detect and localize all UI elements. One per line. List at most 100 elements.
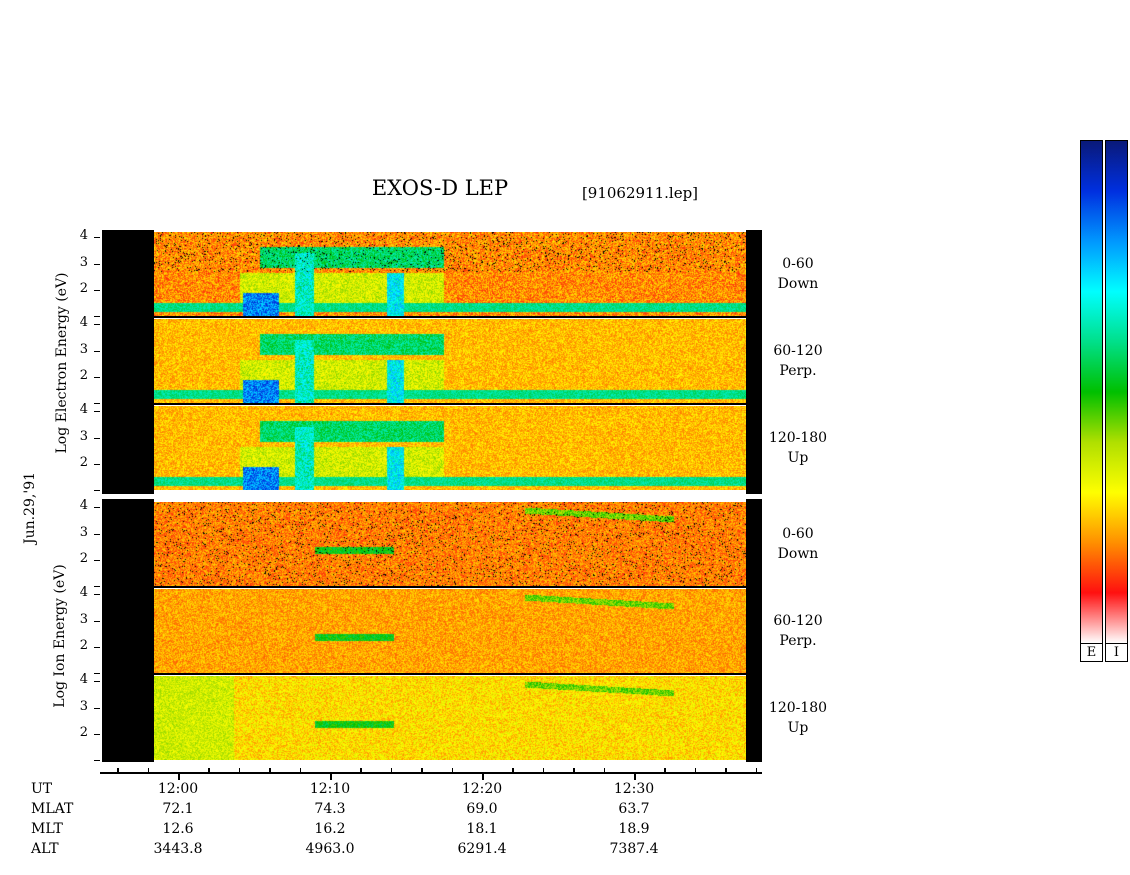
y-tick-mark xyxy=(94,237,100,239)
x-minor-tick xyxy=(360,768,362,773)
x-minor-tick xyxy=(299,768,302,773)
y-tick-label: 4 xyxy=(79,315,88,331)
y-tick-mark xyxy=(94,620,100,622)
pitch-range: 60-120 xyxy=(773,613,823,629)
y-tick-mark xyxy=(94,733,100,735)
orbit-value: 72.1 xyxy=(162,801,194,817)
y-tick-label: 4 xyxy=(79,498,88,514)
pitch-direction: Perp. xyxy=(779,363,817,379)
y-tick-mark xyxy=(94,263,100,265)
x-minor-tick xyxy=(755,768,758,773)
x-minor-tick xyxy=(269,768,271,773)
pitch-direction: Perp. xyxy=(779,633,817,649)
y-tick-mark xyxy=(94,586,100,587)
ion-panel-up xyxy=(154,676,746,760)
ion-axis-label: Log Ion Energy (eV) xyxy=(52,564,68,708)
pitch-range: 60-120 xyxy=(773,343,823,359)
orbit-value: 18.1 xyxy=(466,821,498,837)
y-tick-label: 2 xyxy=(79,280,88,296)
orbit-row-name: UT xyxy=(31,781,53,797)
y-tick-label: 4 xyxy=(79,228,88,244)
y-tick-mark xyxy=(94,707,100,709)
ion-colorbar xyxy=(1105,140,1128,644)
y-tick-mark xyxy=(94,646,100,648)
electron-colorbar-label: E xyxy=(1080,643,1103,662)
orbit-value: 7387.4 xyxy=(609,841,659,857)
y-tick-label: 3 xyxy=(79,524,88,540)
x-minor-tick xyxy=(512,768,514,773)
y-tick-label: 3 xyxy=(79,341,88,357)
electron-colorbar xyxy=(1080,140,1103,644)
x-minor-tick xyxy=(238,768,241,773)
pitch-label: 60-120 Perp. xyxy=(766,341,830,381)
orbit-value: 16.2 xyxy=(314,821,346,837)
y-tick-label: 2 xyxy=(79,724,88,740)
y-tick-label: 3 xyxy=(79,428,88,444)
y-tick-mark xyxy=(94,350,100,352)
orbit-value: 74.3 xyxy=(314,801,346,817)
y-tick-label: 4 xyxy=(79,402,88,418)
orbit-value: 69.0 xyxy=(466,801,498,817)
pitch-range: 0-60 xyxy=(782,256,814,272)
orbit-row-name: MLT xyxy=(31,821,63,837)
y-tick-mark xyxy=(94,289,100,291)
y-tick-label: 3 xyxy=(79,611,88,627)
pitch-range: 120-180 xyxy=(768,700,828,716)
spectrogram-figure: EXOS-D LEP [91062911.lep] 4 3 2 4 3 2 4 3 2 4 3 2 4 3… xyxy=(0,0,1130,875)
x-minor-tick xyxy=(694,768,697,773)
x-minor-tick xyxy=(725,768,727,773)
x-minor-tick xyxy=(390,768,393,773)
x-minor-tick xyxy=(664,768,666,773)
x-minor-tick xyxy=(573,768,575,773)
y-tick-mark xyxy=(94,681,100,683)
pitch-direction: Up xyxy=(787,720,809,736)
pitch-range: 0-60 xyxy=(782,526,814,542)
pitch-label: 0-60 Down xyxy=(766,254,830,294)
file-tag: [91062911.lep] xyxy=(581,184,699,202)
x-minor-tick xyxy=(451,768,454,773)
orbit-row-name: ALT xyxy=(31,841,59,857)
orbit-value: 4963.0 xyxy=(305,841,355,857)
panel-divider xyxy=(154,586,750,588)
y-tick-mark xyxy=(94,403,100,404)
x-minor-tick xyxy=(208,768,210,773)
figure-title: EXOS-D LEP xyxy=(371,176,509,200)
y-tick-mark xyxy=(94,559,100,561)
pitch-direction: Down xyxy=(777,276,819,292)
y-tick-label: 3 xyxy=(79,698,88,714)
pitch-label: 60-120 Perp. xyxy=(766,611,830,651)
x-minor-tick xyxy=(117,768,119,773)
orbit-value: 63.7 xyxy=(618,801,650,817)
y-tick-label: 2 xyxy=(79,637,88,653)
y-tick-mark xyxy=(94,376,100,378)
electron-panel-perp xyxy=(154,319,746,403)
ion-panel-down xyxy=(154,502,746,586)
orbit-value: 12.6 xyxy=(162,821,194,837)
y-tick-label: 4 xyxy=(79,585,88,601)
electron-axis-label: Log Electron Energy (eV) xyxy=(54,272,70,454)
orbit-value: 12:10 xyxy=(309,781,351,797)
x-minor-tick xyxy=(421,768,423,773)
y-tick-label: 2 xyxy=(79,454,88,470)
ion-colorbar-label: I xyxy=(1105,643,1128,662)
x-minor-tick xyxy=(542,768,545,773)
panel-divider xyxy=(154,673,750,675)
orbit-value: 3443.8 xyxy=(153,841,203,857)
orbit-row-name: MLAT xyxy=(31,801,74,817)
pitch-label: 120-180 Up xyxy=(766,428,830,468)
y-tick-mark xyxy=(94,507,100,509)
y-tick-mark xyxy=(94,316,100,317)
y-tick-mark xyxy=(94,490,100,491)
panel-divider xyxy=(154,316,750,318)
y-tick-mark xyxy=(94,760,100,761)
species-separator xyxy=(96,494,762,499)
orbit-value: 6291.4 xyxy=(457,841,507,857)
y-tick-mark xyxy=(94,533,100,535)
orbit-value: 18.9 xyxy=(618,821,650,837)
pitch-range: 120-180 xyxy=(768,430,828,446)
pitch-direction: Up xyxy=(787,450,809,466)
pitch-label: 0-60 Down xyxy=(766,524,830,564)
panel-divider xyxy=(154,403,750,405)
x-minor-tick xyxy=(603,768,606,773)
y-tick-label: 3 xyxy=(79,254,88,270)
